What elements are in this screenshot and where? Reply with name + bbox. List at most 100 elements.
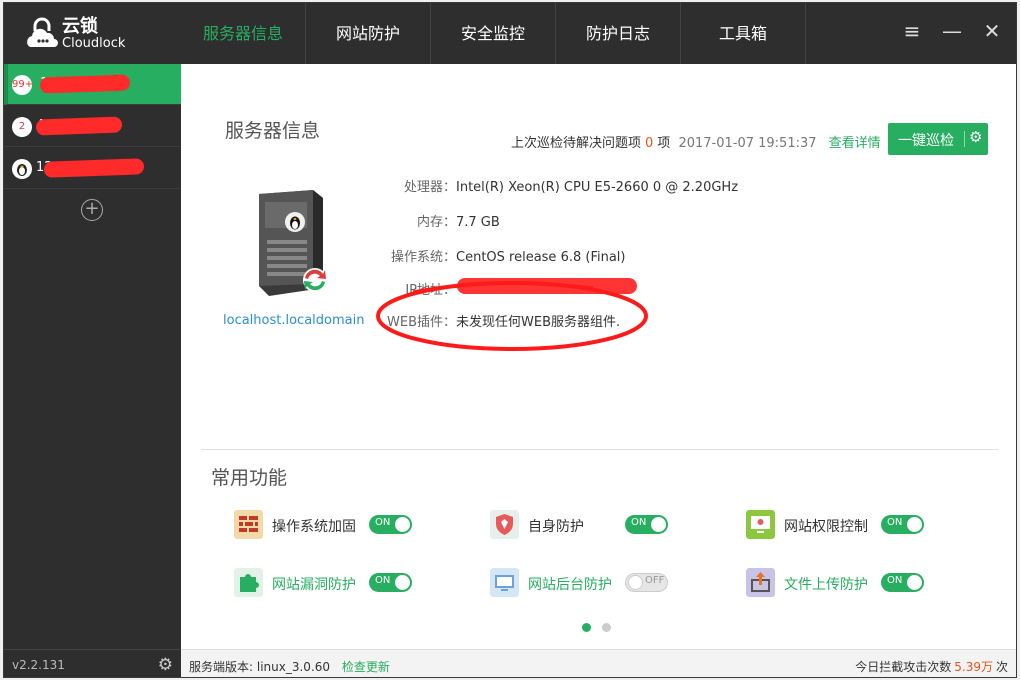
feature-toggle[interactable]: OFF: [625, 573, 668, 592]
feature-label: 网站权限控制: [784, 519, 868, 535]
inspection-prefix: 上次巡检待解决问题项: [511, 136, 642, 151]
section-title-server-info: 服务器信息: [225, 120, 321, 142]
redaction-mark: [35, 116, 123, 136]
section-divider: [201, 449, 998, 450]
toggle-knob: [907, 575, 922, 590]
feature-toggle[interactable]: ON: [369, 515, 412, 534]
feature-upload-protection: 文件上传防护 ON: [746, 567, 986, 599]
feature-toggle[interactable]: ON: [881, 515, 924, 534]
attack-count-value: 5.39万: [954, 660, 993, 674]
toggle-state: ON: [887, 517, 903, 528]
info-value: CentOS release 6.8 (Final): [456, 250, 626, 265]
feature-vuln-protection: 网站漏洞防护 ON: [234, 567, 474, 599]
server-item-3[interactable]: 12: [4, 148, 181, 189]
tab-server-info[interactable]: 服务器信息: [181, 3, 306, 64]
tab-security-monitor[interactable]: 安全监控: [431, 3, 556, 64]
app-title: 云锁: [62, 16, 98, 37]
toggle-knob: [395, 517, 410, 532]
server-version-value: linux_3.0.60: [256, 660, 331, 674]
feature-label[interactable]: 文件上传防护: [784, 574, 868, 594]
pager-dot-1[interactable]: [582, 623, 591, 632]
redaction-mark: [39, 74, 131, 94]
attack-count-info: 今日拦截攻击次数 5.39万次: [855, 658, 1008, 675]
annotation-oval: [376, 281, 648, 351]
close-icon[interactable]: ✕: [979, 19, 1005, 45]
alert-count-badge: 99+: [12, 75, 33, 95]
one-click-inspect-button[interactable]: 一键巡检 ⚙: [888, 123, 988, 155]
status-bar: 服务端版本: linux_3.0.60 检查更新 今日拦截攻击次数 5.39万次: [181, 649, 1016, 677]
attack-count-label: 今日拦截攻击次数: [855, 660, 952, 674]
upload-icon: [746, 568, 775, 597]
feature-site-permission: 网站权限控制 ON: [746, 509, 986, 541]
main-nav: 服务器信息 网站防护 安全监控 防护日志 工具箱: [181, 3, 806, 64]
server-item-2[interactable]: 2 4: [4, 106, 181, 147]
button-separator: [964, 131, 965, 147]
toggle-state: ON: [375, 517, 391, 528]
hostname-link[interactable]: localhost.localdomain: [223, 313, 364, 328]
gear-icon[interactable]: ⚙: [969, 128, 982, 146]
monitor-permission-icon: [746, 510, 775, 539]
toggle-state: ON: [631, 517, 647, 528]
server-item-1[interactable]: 99+ 1: [4, 64, 181, 105]
app-subtitle: Cloudlock: [62, 36, 126, 51]
issue-count: 0: [645, 136, 654, 151]
shield-icon: [490, 510, 519, 539]
server-version-label: 服务端版本:: [189, 660, 254, 674]
client-version: v2.2.131: [12, 658, 65, 672]
info-value: 7.7 GB: [456, 215, 500, 230]
app-window: 云锁 Cloudlock 服务器信息 网站防护 安全监控 防护日志 工具箱 ≡ …: [3, 2, 1017, 678]
feature-toggle[interactable]: ON: [625, 515, 668, 534]
feature-toggle[interactable]: ON: [369, 573, 412, 592]
info-key: 处理器：: [403, 180, 456, 195]
pager-dot-2[interactable]: [602, 623, 611, 632]
info-os: 操作系统：CentOS release 6.8 (Final): [377, 246, 626, 265]
feature-label: 操作系统加固: [272, 519, 356, 535]
sidebar-footer: v2.2.131 ⚙: [4, 649, 181, 677]
view-details-link[interactable]: 查看详情: [829, 136, 881, 151]
inspection-datetime: 2017-01-07 19:51:37: [678, 136, 817, 151]
feature-toggle[interactable]: ON: [881, 573, 924, 592]
toggle-knob: [395, 575, 410, 590]
puzzle-icon: [234, 568, 263, 597]
inspection-suffix: 项: [657, 136, 671, 151]
feature-os-hardening: 操作系统加固 ON: [234, 509, 474, 541]
last-inspection-row: 上次巡检待解决问题项 0 项 2017-01-07 19:51:37 查看详情: [511, 132, 881, 151]
server-sidebar: 99+ 1 2 4 12 + v2.2.131 ⚙: [4, 64, 181, 677]
info-value: Intel(R) Xeon(R) CPU E5-2660 0 @ 2.20GHz: [456, 180, 739, 195]
app-logo: 云锁 Cloudlock: [24, 17, 184, 53]
section-title-common-features: 常用功能: [211, 467, 288, 489]
feature-label[interactable]: 网站后台防护: [528, 574, 612, 594]
toggle-state: ON: [887, 575, 903, 586]
alert-count-badge: 2: [12, 117, 32, 137]
main-panel: 服务器信息 上次巡检待解决问题项 0 项 2017-01-07 19:51:37 查…: [181, 64, 1016, 649]
gear-icon[interactable]: ⚙: [158, 655, 173, 675]
tab-site-protection[interactable]: 网站防护: [306, 3, 431, 64]
server-version-info: 服务端版本: linux_3.0.60 检查更新: [189, 658, 390, 675]
add-server-icon[interactable]: +: [81, 199, 103, 221]
info-cpu: 处理器：Intel(R) Xeon(R) CPU E5-2660 0 @ 2.2…: [377, 176, 738, 195]
feature-label: 自身防护: [528, 519, 584, 535]
admin-monitor-icon: [490, 568, 519, 597]
top-bar: 云锁 Cloudlock 服务器信息 网站防护 安全监控 防护日志 工具箱 ≡ …: [4, 3, 1016, 64]
redaction-mark: [43, 158, 145, 178]
info-key: 操作系统：: [390, 250, 456, 265]
feature-label[interactable]: 网站漏洞防护: [272, 574, 356, 594]
toggle-knob: [628, 575, 643, 590]
info-memory: 内存：7.7 GB: [377, 211, 500, 230]
info-key: 内存：: [416, 215, 456, 230]
tab-toolbox[interactable]: 工具箱: [681, 3, 806, 64]
toggle-knob: [651, 517, 666, 532]
server-tower-icon: [259, 190, 327, 296]
menu-icon[interactable]: ≡: [899, 19, 925, 45]
toggle-state: ON: [375, 575, 391, 586]
check-update-link[interactable]: 检查更新: [342, 660, 390, 674]
linux-penguin-icon: [12, 159, 32, 179]
pager-dots: [582, 617, 622, 636]
inspect-button-label: 一键巡检: [898, 133, 954, 149]
brick-wall-icon: [234, 510, 263, 539]
minimize-icon[interactable]: —: [939, 19, 965, 45]
tab-protection-log[interactable]: 防护日志: [556, 3, 681, 64]
toggle-knob: [907, 517, 922, 532]
feature-self-protection: 自身防护 ON: [490, 509, 730, 541]
feature-admin-protection: 网站后台防护 OFF: [490, 567, 730, 599]
